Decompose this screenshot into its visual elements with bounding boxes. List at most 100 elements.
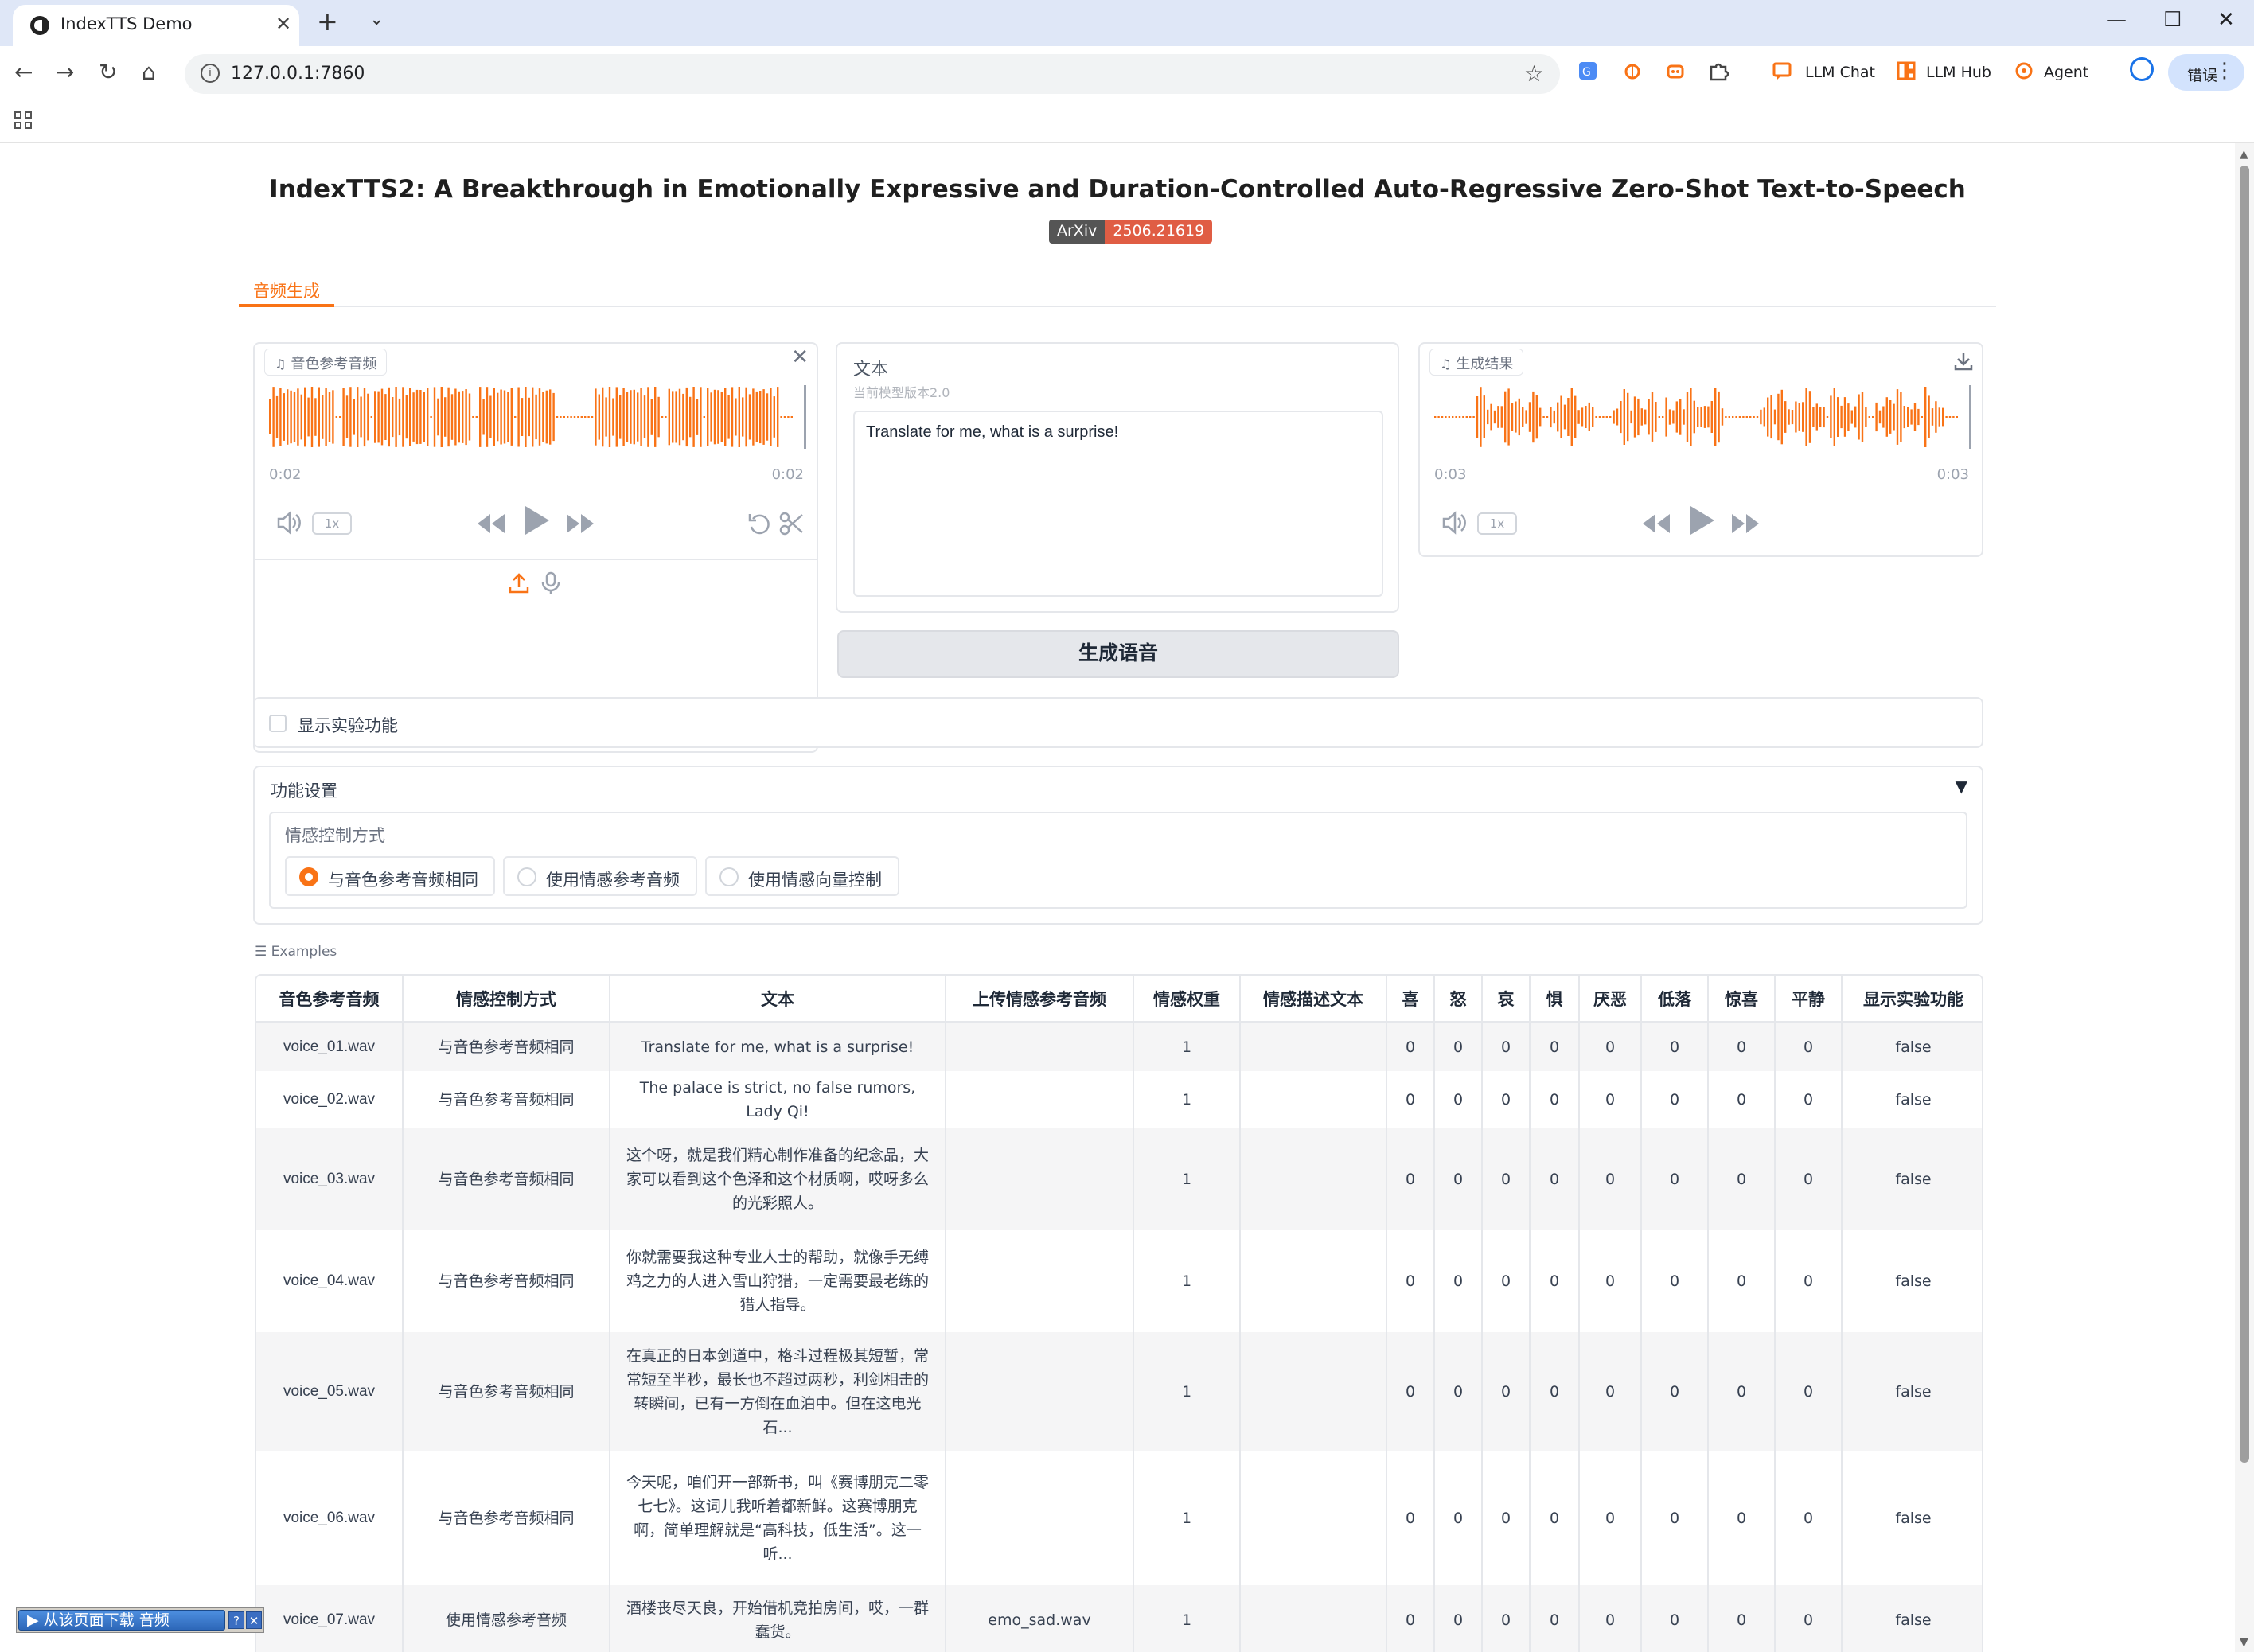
microphone-icon[interactable] (540, 571, 562, 595)
error-pill[interactable]: 错误 ⋮ (2168, 54, 2244, 91)
help-icon[interactable]: ? (228, 1611, 244, 1629)
minimize-button[interactable]: — (2106, 8, 2127, 32)
llm-chat-icon[interactable] (1772, 60, 1792, 81)
table-row[interactable]: voice_01.wav 与音色参考音频相同 Translate for me, w… (256, 1022, 1982, 1071)
agent-label[interactable]: Agent (2044, 64, 2088, 81)
browser-tab[interactable]: IndexTTS Demo ✕ (13, 5, 299, 46)
address-bar[interactable]: i 127.0.0.1:7860 ☆ (185, 54, 1560, 94)
bookmark-star-icon[interactable]: ☆ (1524, 60, 1544, 87)
agent-icon[interactable] (2014, 60, 2034, 81)
trim-scissors-icon[interactable] (778, 511, 804, 536)
table-header-cell[interactable]: 哀 (1482, 976, 1531, 1023)
close-window-button[interactable]: ✕ (2217, 8, 2235, 32)
llm-hub-label[interactable]: LLM Hub (1926, 64, 1991, 81)
waveform-bar (1539, 407, 1542, 427)
table-header-cell[interactable]: 惧 (1530, 976, 1580, 1023)
tab-search-icon[interactable]: ⌄ (369, 10, 384, 29)
experimental-checkbox[interactable] (269, 715, 287, 732)
scroll-thumb[interactable] (2240, 166, 2249, 1463)
table-row[interactable]: voice_02.wav 与音色参考音频相同 The palace is stric… (256, 1071, 1982, 1128)
rewind-icon[interactable] (474, 511, 506, 536)
radio-unselected-icon[interactable] (517, 867, 536, 886)
reference-waveform[interactable] (269, 377, 810, 457)
forward-icon[interactable]: → (56, 59, 74, 85)
table-cell: 0 (1579, 1230, 1642, 1332)
radio-same-as-reference[interactable]: 与音色参考音频相同 (285, 856, 495, 896)
radio-selected-icon[interactable] (299, 867, 318, 886)
robot-extension-icon[interactable] (1665, 60, 1686, 81)
waveform-bar (700, 387, 702, 447)
download-icon[interactable] (1953, 350, 1974, 372)
undo-icon[interactable] (747, 511, 772, 536)
waveform-bar (724, 388, 727, 446)
home-icon[interactable]: ⌂ (142, 59, 156, 85)
table-header-cell[interactable]: 上传情感参考音频 (946, 976, 1134, 1023)
back-icon[interactable]: ← (14, 59, 33, 85)
table-row[interactable]: voice_06.wav 与音色参考音频相同 今天呢，咱们开一部新书，叫《赛博朋克二… (256, 1451, 1982, 1585)
volume-icon[interactable] (275, 509, 302, 536)
tab-audio-generation[interactable]: 音频生成 (239, 275, 334, 307)
collapse-arrow-icon[interactable]: ▼ (1956, 777, 1967, 796)
apps-grid-icon[interactable] (14, 111, 33, 131)
waveform-bar (640, 388, 642, 446)
download-audio-button[interactable]: ▶ 从该页面下载 音频 (18, 1610, 225, 1631)
radio-emotion-reference-audio[interactable]: 使用情感参考音频 (503, 856, 697, 896)
waveform-bar (1577, 410, 1580, 424)
experimental-label[interactable]: 显示实验功能 (298, 713, 398, 737)
clear-audio-icon[interactable]: ✕ (791, 345, 809, 369)
url-text[interactable]: 127.0.0.1:7860 (231, 64, 365, 84)
table-row[interactable]: voice_03.wav 与音色参考音频相同 这个呀，就是我们精心制作准备的纪念品，… (256, 1128, 1982, 1230)
table-header-cell[interactable]: 低落 (1641, 976, 1709, 1023)
llm-hub-icon[interactable] (1896, 60, 1917, 81)
rewind-icon[interactable] (1640, 511, 1671, 536)
table-header-cell[interactable]: 情感控制方式 (403, 976, 610, 1023)
bug-extension-icon[interactable] (1622, 60, 1643, 81)
fast-forward-icon[interactable] (565, 511, 597, 536)
scroll-down-icon[interactable]: ▼ (2240, 1636, 2248, 1649)
waveform-bar (1900, 392, 1902, 442)
site-info-icon[interactable]: i (201, 64, 220, 83)
table-header-cell[interactable]: 厌恶 (1579, 976, 1642, 1023)
table-row[interactable]: voice_07.wav 使用情感参考音频 酒楼丧尽天良，开始借机竞拍房间，哎，一群… (256, 1585, 1982, 1652)
menu-dots-icon[interactable]: ⋮ (2214, 59, 2235, 83)
table-cell: 0 (1434, 1451, 1483, 1585)
table-header-cell[interactable]: 怒 (1434, 976, 1483, 1023)
close-download-bar-icon[interactable]: ✕ (246, 1611, 262, 1629)
tab-close-icon[interactable]: ✕ (275, 13, 291, 35)
translate-extension-icon[interactable]: G (1577, 60, 1598, 81)
radio-unselected-icon[interactable] (719, 867, 739, 886)
table-cell: The palace is strict, no false rumors, L… (610, 1071, 946, 1128)
profile-icon[interactable] (2130, 57, 2154, 81)
table-row[interactable]: voice_04.wav 与音色参考音频相同 你就需要我这种专业人士的帮助，就像手无… (256, 1230, 1982, 1332)
table-header-cell[interactable]: 情感权重 (1133, 976, 1241, 1023)
table-header-cell[interactable]: 文本 (610, 976, 946, 1023)
volume-icon[interactable] (1441, 509, 1468, 536)
result-waveform[interactable] (1434, 377, 1975, 457)
table-header-cell[interactable]: 情感描述文本 (1240, 976, 1387, 1023)
playback-rate-button[interactable]: 1x (312, 512, 352, 535)
arxiv-badge[interactable]: ArXiv 2506.21619 (1049, 220, 1213, 244)
llm-chat-label[interactable]: LLM Chat (1805, 64, 1875, 81)
scroll-up-icon[interactable]: ▲ (2240, 148, 2248, 161)
generate-speech-button[interactable]: 生成语音 (837, 630, 1399, 678)
vertical-scrollbar[interactable]: ▲ ▼ (2235, 143, 2254, 1652)
puzzle-extension-icon[interactable] (1708, 60, 1729, 81)
new-tab-button[interactable]: + (317, 6, 338, 37)
fast-forward-icon[interactable] (1730, 511, 1762, 536)
table-header-cell[interactable]: 音色参考音频 (256, 976, 404, 1023)
maximize-button[interactable]: ☐ (2163, 8, 2182, 32)
table-header-cell[interactable]: 平静 (1775, 976, 1843, 1023)
playback-rate-button[interactable]: 1x (1477, 512, 1517, 535)
table-header-cell[interactable]: 喜 (1386, 976, 1435, 1023)
settings-title[interactable]: 功能设置 (271, 778, 337, 802)
radio-emotion-vector[interactable]: 使用情感向量控制 (705, 856, 899, 896)
play-icon[interactable] (521, 503, 552, 538)
upload-icon[interactable] (508, 571, 530, 595)
table-row[interactable]: voice_05.wav 与音色参考音频相同 在真正的日本剑道中，格斗过程极其短暂，… (256, 1332, 1982, 1451)
play-icon[interactable] (1686, 503, 1718, 538)
text-input[interactable]: Translate for me, what is a surprise! (853, 411, 1383, 597)
table-header-cell[interactable]: 显示实验功能 (1842, 976, 1982, 1023)
reload-icon[interactable]: ↻ (99, 59, 117, 85)
waveform-bar (1833, 388, 1835, 446)
table-header-cell[interactable]: 惊喜 (1708, 976, 1776, 1023)
